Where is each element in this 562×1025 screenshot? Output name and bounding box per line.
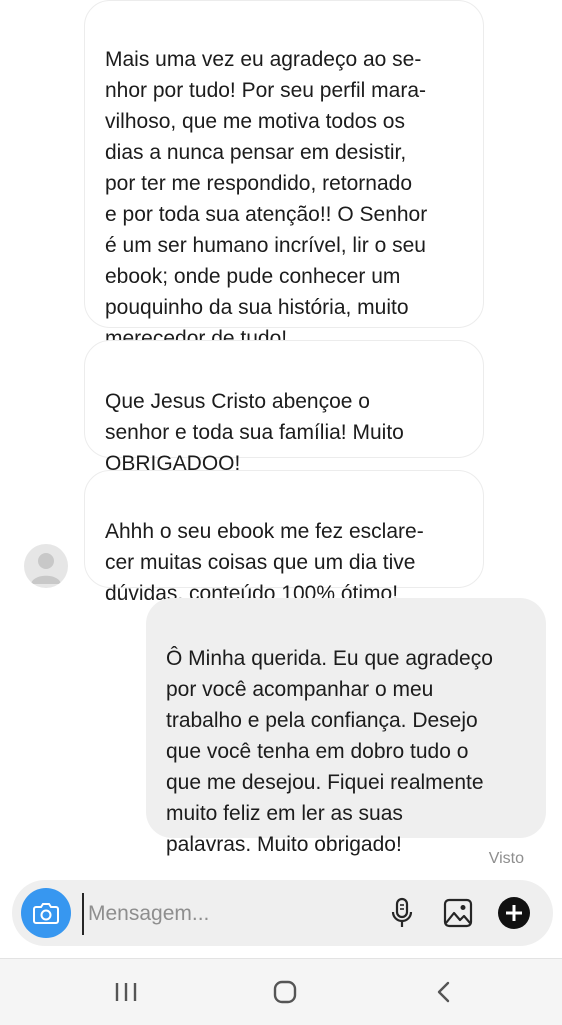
camera-icon xyxy=(33,903,59,924)
recents-icon xyxy=(115,983,137,1001)
default-avatar-icon xyxy=(31,553,61,584)
recents-button[interactable] xyxy=(106,977,146,1007)
message-bubble-incoming[interactable]: Que Jesus Cristo abençoe o senhor e toda… xyxy=(84,340,484,475)
message-bubble-incoming[interactable]: Mais uma vez eu agradeço ao se- nhor por… xyxy=(84,0,484,350)
image-icon xyxy=(443,898,473,928)
microphone-button[interactable] xyxy=(384,895,420,931)
avatar[interactable] xyxy=(24,544,68,588)
message-bubble-incoming[interactable]: Ahhh o seu ebook me fez esclare- cer mui… xyxy=(84,470,484,605)
home-icon xyxy=(273,980,297,1004)
system-navigation-bar xyxy=(0,958,562,1025)
message-bubble-outgoing[interactable]: Ô Minha querida. Eu que agradeço por voc… xyxy=(146,598,546,856)
message-text: Mais uma vez eu agradeço ao se- nhor por… xyxy=(105,48,428,350)
home-button[interactable] xyxy=(265,977,305,1007)
gallery-button[interactable] xyxy=(440,895,476,931)
back-button[interactable] xyxy=(424,977,464,1007)
camera-button[interactable] xyxy=(21,888,71,938)
plus-icon xyxy=(498,897,530,929)
message-text: Ô Minha querida. Eu que agradeço por voc… xyxy=(166,647,493,856)
more-button[interactable] xyxy=(496,895,532,931)
message-text: Que Jesus Cristo abençoe o senhor e toda… xyxy=(105,390,404,475)
message-composer xyxy=(12,880,553,946)
microphone-icon xyxy=(391,897,413,927)
back-icon xyxy=(437,981,450,1003)
seen-status: Visto xyxy=(488,850,524,867)
message-input[interactable] xyxy=(82,893,370,935)
chat-thread: Mais uma vez eu agradeço ao se- nhor por… xyxy=(0,0,562,880)
message-text: Ahhh o seu ebook me fez esclare- cer mui… xyxy=(105,520,424,605)
